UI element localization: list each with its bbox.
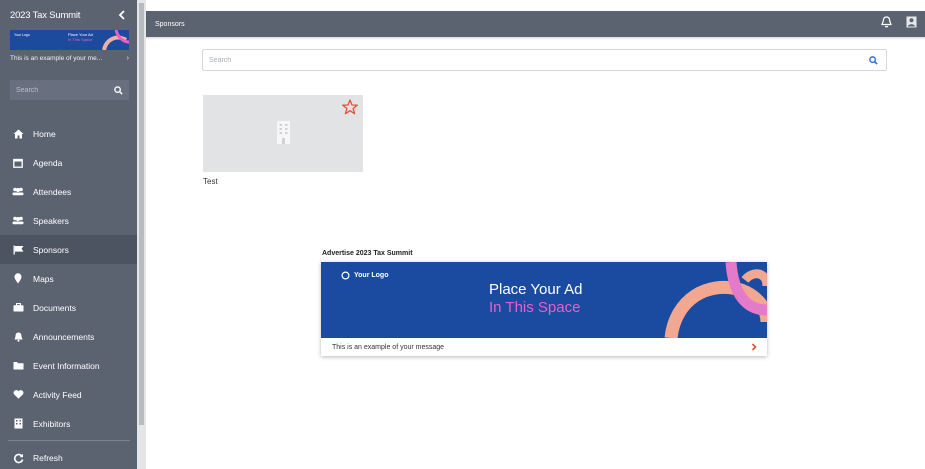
ad-subheadline: In This Space bbox=[489, 299, 581, 316]
profile-icon bbox=[906, 16, 917, 28]
sidebar-item-home[interactable]: Home bbox=[0, 119, 137, 148]
sidebar-header: 2023 Tax Summit bbox=[0, 0, 137, 30]
ad-title: Advertise 2023 Tax Summit bbox=[322, 250, 413, 257]
sidebar-item-label: Home bbox=[33, 128, 56, 139]
ad-block[interactable]: Your Logo Place Your Ad In This Space Th… bbox=[321, 262, 767, 356]
sidebar-item-label: Maps bbox=[33, 273, 54, 284]
sidebar-item-attendees[interactable]: Attendees bbox=[0, 177, 137, 206]
search-icon[interactable] bbox=[869, 55, 878, 65]
sidebar-item-sponsors[interactable]: Sponsors bbox=[0, 235, 137, 264]
sponsor-search-input[interactable] bbox=[209, 56, 709, 64]
sidebar-item-label: Announcements bbox=[33, 331, 95, 342]
building-icon bbox=[277, 121, 290, 144]
logo-icon bbox=[341, 271, 350, 280]
sidebar-scrollbar[interactable] bbox=[137, 0, 146, 469]
map-pin-icon bbox=[12, 273, 24, 285]
event-title: 2023 Tax Summit bbox=[10, 9, 81, 21]
sidebar-ad-line2: In This Space bbox=[68, 37, 93, 42]
page-title: Sponsors bbox=[155, 20, 185, 28]
ad-logo-text: Your Logo bbox=[354, 272, 389, 279]
notifications-button[interactable] bbox=[881, 15, 892, 33]
refresh-label: Refresh bbox=[33, 453, 63, 463]
sidebar-ad-message[interactable]: This is an example of your me... › bbox=[10, 50, 129, 66]
ad-message: This is an example of your message bbox=[332, 343, 445, 351]
sponsor-card[interactable] bbox=[203, 95, 363, 172]
sidebar-nav: Home Agenda Attendees Speakers Sponsors … bbox=[0, 119, 137, 438]
top-bar: Sponsors bbox=[146, 11, 925, 37]
ad-banner[interactable]: Your Logo Place Your Ad In This Space bbox=[321, 262, 767, 338]
sidebar-item-label: Documents bbox=[33, 302, 76, 313]
sidebar: 2023 Tax Summit Your Logo Place Your Ad … bbox=[0, 0, 137, 469]
people-icon bbox=[12, 215, 24, 227]
ad-logo: Your Logo bbox=[341, 271, 388, 280]
heart-icon bbox=[12, 389, 24, 401]
bell-icon bbox=[881, 16, 892, 28]
favorite-star-icon[interactable] bbox=[342, 99, 358, 115]
bell-icon bbox=[12, 331, 24, 343]
sidebar-search-input[interactable] bbox=[16, 86, 96, 94]
sidebar-item-label: Speakers bbox=[33, 215, 69, 226]
sidebar-ad-logo: Your Logo bbox=[14, 33, 30, 37]
chevron-left-icon bbox=[118, 10, 125, 20]
top-bar-shadow bbox=[146, 37, 925, 40]
sidebar-item-label: Exhibitors bbox=[33, 418, 71, 429]
sidebar-item-announcements[interactable]: Announcements bbox=[0, 322, 137, 351]
sidebar-item-label: Sponsors bbox=[33, 244, 69, 255]
top-bar-actions bbox=[881, 15, 917, 33]
profile-button[interactable] bbox=[906, 15, 917, 33]
sidebar-item-event-information[interactable]: Event Information bbox=[0, 351, 137, 380]
collapse-sidebar-button[interactable] bbox=[115, 8, 129, 22]
folder-icon bbox=[12, 360, 24, 372]
chevron-right-icon: › bbox=[126, 54, 129, 62]
sidebar-item-label: Event Information bbox=[33, 360, 100, 371]
building-icon bbox=[12, 418, 24, 430]
sidebar-item-agenda[interactable]: Agenda bbox=[0, 148, 137, 177]
sidebar-item-label: Activity Feed bbox=[33, 389, 82, 400]
people-icon bbox=[12, 186, 24, 198]
sidebar-item-speakers[interactable]: Speakers bbox=[0, 206, 137, 235]
ad-graphic bbox=[664, 262, 767, 338]
sidebar-item-activity-feed[interactable]: Activity Feed bbox=[0, 380, 137, 409]
sidebar-ad-graphic bbox=[102, 30, 129, 50]
search-icon[interactable] bbox=[114, 85, 123, 95]
app-window: 2023 Tax Summit Your Logo Place Your Ad … bbox=[0, 0, 925, 469]
sidebar-ad-message-text: This is an example of your me... bbox=[10, 54, 103, 62]
refresh-button[interactable]: Refresh bbox=[0, 446, 137, 469]
chevron-right-icon bbox=[751, 343, 757, 351]
sidebar-item-label: Attendees bbox=[33, 186, 72, 197]
briefcase-icon bbox=[12, 302, 24, 314]
flag-icon bbox=[12, 244, 24, 256]
ad-headline: Place Your Ad bbox=[489, 281, 583, 298]
sidebar-item-label: Agenda bbox=[33, 157, 63, 168]
home-icon bbox=[12, 128, 24, 140]
sponsor-name[interactable]: Test bbox=[203, 177, 218, 186]
sidebar-item-exhibitors[interactable]: Exhibitors bbox=[0, 409, 137, 438]
sponsor-search bbox=[202, 49, 887, 71]
sidebar-search bbox=[10, 80, 129, 100]
sidebar-ad-banner[interactable]: Your Logo Place Your Ad In This Space bbox=[10, 30, 129, 50]
refresh-icon bbox=[12, 452, 24, 464]
sidebar-item-documents[interactable]: Documents bbox=[0, 293, 137, 322]
scrollbar-thumb[interactable] bbox=[139, 3, 144, 425]
sidebar-divider bbox=[8, 440, 130, 441]
sidebar-item-maps[interactable]: Maps bbox=[0, 264, 137, 293]
calendar-icon bbox=[12, 157, 24, 169]
ad-message-row[interactable]: This is an example of your message bbox=[321, 338, 767, 356]
